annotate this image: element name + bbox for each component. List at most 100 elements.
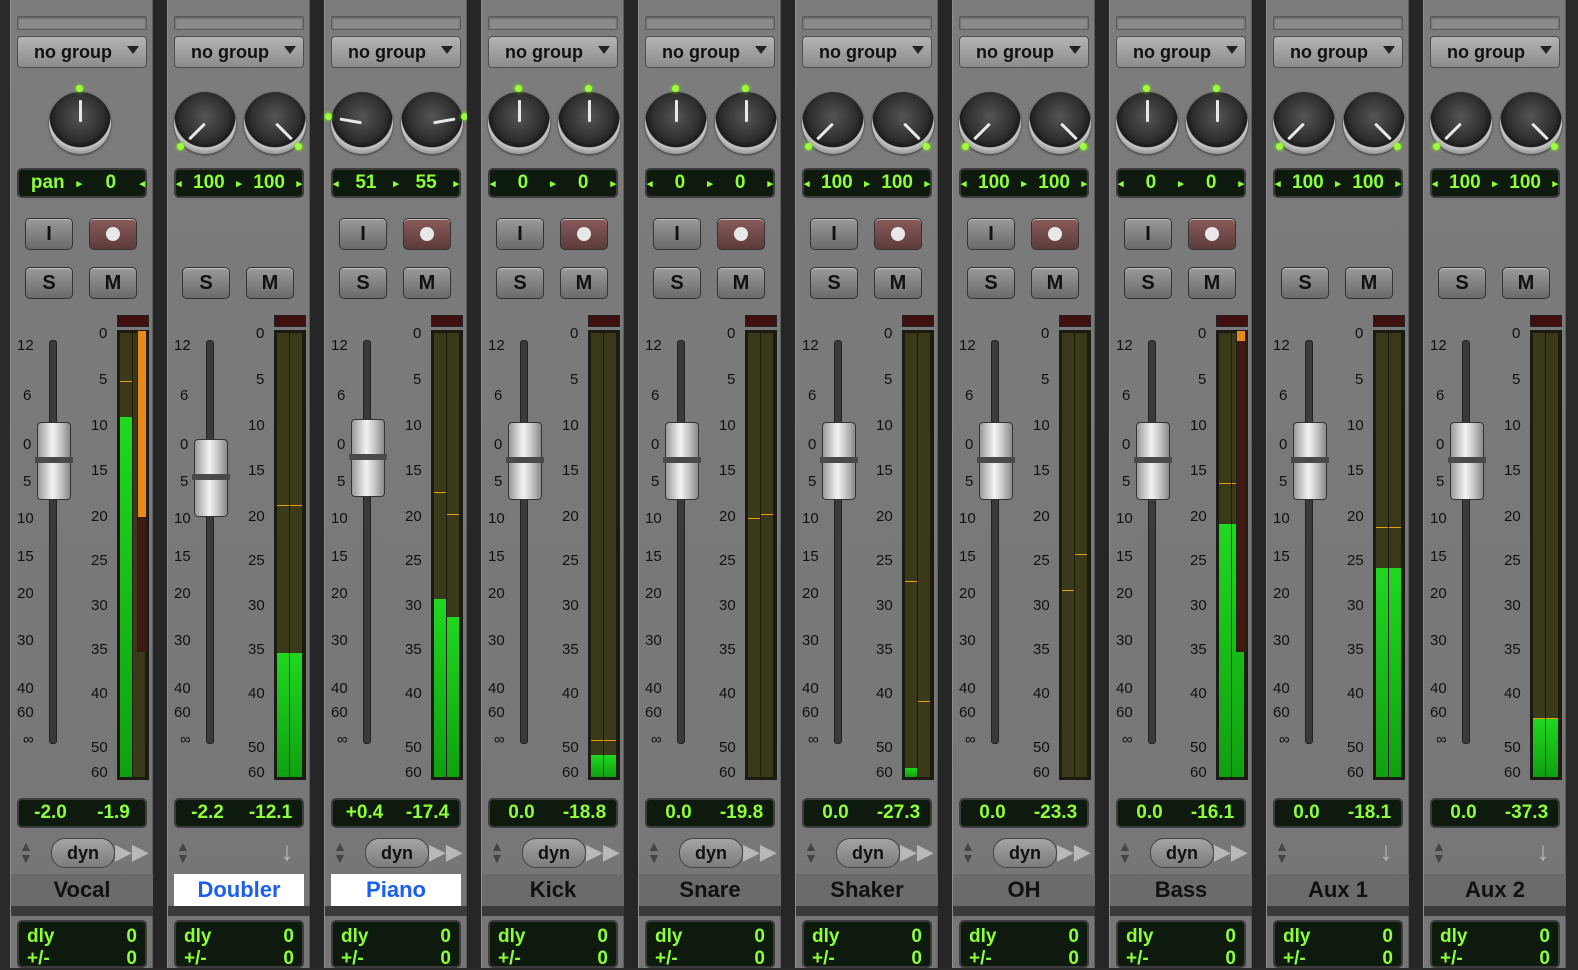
fader-track[interactable] [1305, 340, 1313, 744]
automation-play-icon[interactable]: ▶▶ [115, 838, 149, 866]
volume-display[interactable]: -2.2 -12.1 [174, 798, 304, 828]
dyn-button[interactable]: dyn [51, 838, 115, 868]
insert-slot[interactable] [645, 16, 775, 30]
volume-display[interactable]: 0.0 -37.3 [1430, 798, 1560, 828]
input-monitor-button[interactable]: I [339, 218, 387, 250]
fader-track[interactable] [991, 340, 999, 744]
insert-slot[interactable] [174, 16, 304, 30]
track-name[interactable]: Shaker [796, 874, 938, 906]
updown-arrows-icon[interactable]: ▲ ▼ [1118, 839, 1138, 866]
pan-display[interactable]: ◂ 100 ▸ 100 ▸ [174, 168, 304, 198]
pan-display[interactable]: ◂ 0 ▸ 0 ▸ [1116, 168, 1246, 198]
insert-slot[interactable] [331, 16, 461, 30]
insert-slot[interactable] [17, 16, 147, 30]
insert-slot[interactable] [1116, 16, 1246, 30]
dyn-button[interactable]: dyn [993, 838, 1057, 868]
pan-right-knob[interactable] [715, 85, 777, 154]
record-arm-button[interactable] [717, 218, 765, 250]
input-monitor-button[interactable]: I [810, 218, 858, 250]
fader-track[interactable] [206, 340, 214, 744]
pan-left-knob[interactable] [645, 85, 707, 154]
updown-arrows-icon[interactable]: ▲ ▼ [804, 839, 824, 866]
pan-display[interactable]: pan ▸ 0 ◂ [17, 168, 147, 198]
updown-arrows-icon[interactable]: ▲ ▼ [961, 839, 981, 866]
pan-left-knob[interactable] [324, 92, 393, 154]
updown-arrows-icon[interactable]: ▲ ▼ [1275, 839, 1295, 866]
volume-display[interactable]: 0.0 -18.1 [1273, 798, 1403, 828]
mute-button[interactable]: M [874, 267, 922, 299]
dyn-button[interactable]: dyn [365, 838, 429, 868]
automation-play-icon[interactable]: ▶▶ [900, 838, 934, 866]
group-selector[interactable]: no group [645, 36, 775, 68]
group-selector[interactable]: no group [802, 36, 932, 68]
clip-indicator[interactable] [117, 315, 149, 327]
track-name[interactable]: Piano [331, 874, 461, 906]
pan-display[interactable]: ◂ 100 ▸ 100 ▸ [1430, 168, 1560, 198]
mute-button[interactable]: M [1502, 267, 1550, 299]
track-name[interactable]: Vocal [11, 874, 153, 906]
fader-track[interactable] [1148, 340, 1156, 744]
volume-fader[interactable] [977, 422, 1015, 500]
clip-indicator[interactable] [1216, 315, 1248, 327]
solo-button[interactable]: S [339, 267, 387, 299]
down-arrow-icon[interactable]: ↓ [276, 836, 298, 866]
input-monitor-button[interactable]: I [967, 218, 1015, 250]
solo-button[interactable]: S [653, 267, 701, 299]
dyn-button[interactable]: dyn [522, 838, 586, 868]
pan-right-knob[interactable] [1500, 92, 1562, 154]
pan-right-knob[interactable] [558, 85, 620, 154]
solo-button[interactable]: S [25, 267, 73, 299]
pan-display[interactable]: ◂ 100 ▸ 100 ▸ [802, 168, 932, 198]
pan-left-knob[interactable] [959, 92, 1021, 154]
updown-arrows-icon[interactable]: ▲ ▼ [647, 839, 667, 866]
fader-track[interactable] [677, 340, 685, 744]
pan-display[interactable]: ◂ 100 ▸ 100 ▸ [1273, 168, 1403, 198]
input-monitor-button[interactable]: I [496, 218, 544, 250]
mute-button[interactable]: M [89, 267, 137, 299]
solo-button[interactable]: S [1281, 267, 1329, 299]
mute-button[interactable]: M [403, 267, 451, 299]
insert-slot[interactable] [1430, 16, 1560, 30]
insert-slot[interactable] [1273, 16, 1403, 30]
down-arrow-icon[interactable]: ↓ [1532, 836, 1554, 866]
track-name[interactable]: Aux 2 [1424, 874, 1566, 906]
mute-button[interactable]: M [717, 267, 765, 299]
clip-indicator[interactable] [745, 315, 777, 327]
automation-play-icon[interactable]: ▶▶ [743, 838, 777, 866]
clip-indicator[interactable] [588, 315, 620, 327]
pan-right-knob[interactable] [1343, 92, 1405, 154]
volume-fader[interactable] [349, 419, 387, 497]
insert-slot[interactable] [488, 16, 618, 30]
dyn-button[interactable]: dyn [1150, 838, 1214, 868]
clip-indicator[interactable] [431, 315, 463, 327]
record-arm-button[interactable] [874, 218, 922, 250]
clip-indicator[interactable] [274, 315, 306, 327]
volume-display[interactable]: 0.0 -16.1 [1116, 798, 1246, 828]
pan-left-knob[interactable] [1116, 85, 1178, 154]
mute-button[interactable]: M [246, 267, 294, 299]
automation-play-icon[interactable]: ▶▶ [586, 838, 620, 866]
input-monitor-button[interactable]: I [653, 218, 701, 250]
down-arrow-icon[interactable]: ↓ [1375, 836, 1397, 866]
record-arm-button[interactable] [560, 218, 608, 250]
clip-indicator[interactable] [1373, 315, 1405, 327]
automation-play-icon[interactable]: ▶▶ [1057, 838, 1091, 866]
updown-arrows-icon[interactable]: ▲ ▼ [333, 839, 353, 866]
volume-fader[interactable] [35, 422, 73, 500]
fader-track[interactable] [520, 340, 528, 744]
clip-indicator[interactable] [1530, 315, 1562, 327]
volume-fader[interactable] [506, 422, 544, 500]
automation-play-icon[interactable]: ▶▶ [429, 838, 463, 866]
mute-button[interactable]: M [560, 267, 608, 299]
fader-track[interactable] [1462, 340, 1470, 744]
solo-button[interactable]: S [182, 267, 230, 299]
track-name[interactable]: Bass [1110, 874, 1252, 906]
solo-button[interactable]: S [1124, 267, 1172, 299]
volume-display[interactable]: 0.0 -23.3 [959, 798, 1089, 828]
mute-button[interactable]: M [1188, 267, 1236, 299]
solo-button[interactable]: S [967, 267, 1015, 299]
mute-button[interactable]: M [1031, 267, 1079, 299]
updown-arrows-icon[interactable]: ▲ ▼ [19, 839, 39, 866]
track-name[interactable]: Doubler [174, 874, 304, 906]
volume-fader[interactable] [820, 422, 858, 500]
